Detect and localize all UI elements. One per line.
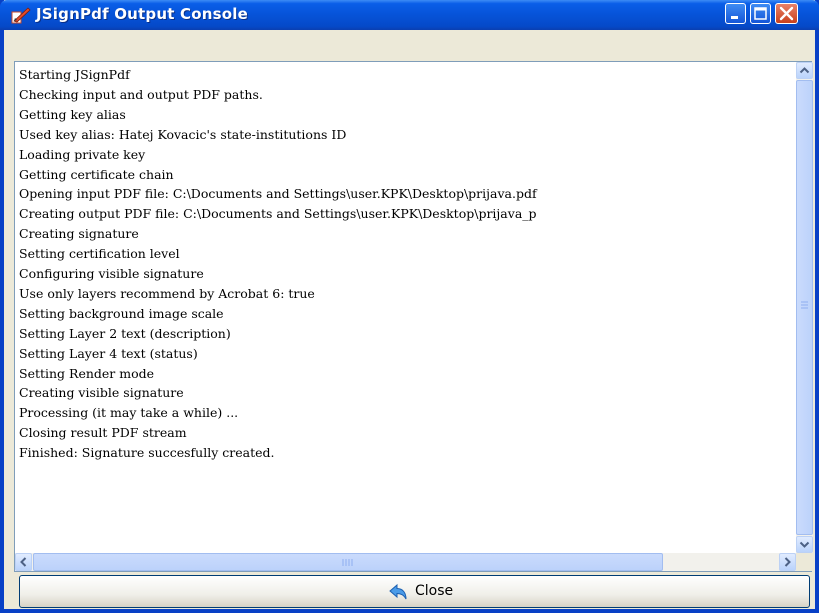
console-line: Setting Layer 4 text (status) bbox=[19, 345, 198, 361]
maximize-icon bbox=[754, 7, 767, 20]
console-line: Getting key alias bbox=[19, 106, 126, 122]
console-line: Used key alias: Hatej Kovacic's state-in… bbox=[19, 126, 347, 142]
jsignpdf-pen-icon bbox=[11, 7, 31, 24]
chevron-left-icon bbox=[20, 557, 27, 567]
horizontal-scrollbar[interactable] bbox=[15, 553, 796, 571]
console-line: Setting background image scale bbox=[19, 305, 224, 321]
grip-icon bbox=[342, 559, 353, 566]
close-button-label: Close bbox=[415, 583, 454, 599]
scroll-up-button[interactable] bbox=[796, 62, 813, 79]
console-line: Getting certificate chain bbox=[19, 166, 174, 182]
grip-icon bbox=[801, 301, 808, 309]
console-line: Creating output PDF file: C:\Documents a… bbox=[19, 206, 537, 222]
console-line: Setting Render mode bbox=[19, 365, 155, 381]
console-line: Creating visible signature bbox=[19, 385, 184, 401]
output-console[interactable]: Starting JSignPdf Checking input and outp… bbox=[14, 61, 813, 572]
chevron-down-icon bbox=[799, 541, 810, 548]
title-bar[interactable]: JSignPdf Output Console bbox=[0, 0, 819, 30]
console-text-area[interactable]: Starting JSignPdf Checking input and outp… bbox=[15, 62, 796, 553]
console-window: JSignPdf Output Console Starting JSignPd… bbox=[0, 0, 819, 613]
console-line: Opening input PDF file: C:\Documents and… bbox=[19, 186, 537, 202]
chevron-right-icon bbox=[784, 557, 791, 567]
console-line: Configuring visible signature bbox=[19, 266, 204, 281]
console-line: Processing (it may take a while) ... bbox=[19, 405, 239, 421]
console-line: Creating signature bbox=[19, 226, 139, 242]
console-line: Setting Layer 2 text (description) bbox=[19, 325, 231, 341]
console-line: Use only layers recommend by Acrobat 6: … bbox=[19, 285, 315, 301]
scroll-right-button[interactable] bbox=[779, 553, 796, 571]
console-line: Closing result PDF stream bbox=[19, 425, 187, 441]
console-line: Finished: Signature succesfully created. bbox=[19, 445, 275, 461]
console-line: Loading private key bbox=[19, 146, 146, 162]
scroll-left-button[interactable] bbox=[15, 553, 32, 571]
vertical-scroll-thumb[interactable] bbox=[796, 80, 813, 535]
close-window-button[interactable] bbox=[775, 3, 798, 24]
back-arrow-icon bbox=[389, 583, 407, 600]
horizontal-scroll-thumb[interactable] bbox=[33, 553, 663, 571]
maximize-button[interactable] bbox=[750, 3, 771, 24]
minimize-icon bbox=[731, 16, 738, 19]
scrollbar-corner bbox=[796, 553, 813, 571]
minimize-button[interactable] bbox=[725, 3, 746, 24]
close-button[interactable]: Close bbox=[19, 575, 810, 608]
scroll-down-button[interactable] bbox=[796, 536, 813, 553]
console-line: Starting JSignPdf bbox=[19, 67, 130, 82]
console-line: Setting certification level bbox=[19, 246, 180, 262]
vertical-scrollbar[interactable] bbox=[796, 62, 813, 553]
chevron-up-icon bbox=[799, 67, 810, 74]
console-line: Checking input and output PDF paths. bbox=[19, 86, 263, 102]
close-x-icon bbox=[779, 6, 794, 21]
window-title: JSignPdf Output Console bbox=[36, 5, 248, 23]
